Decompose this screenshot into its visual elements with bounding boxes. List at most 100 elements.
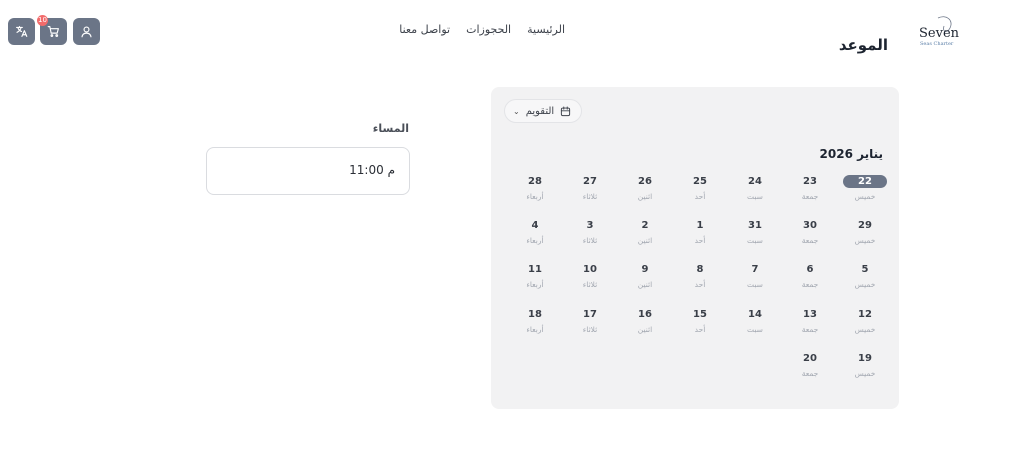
day-number: 2 <box>641 220 649 231</box>
day-number: 4 <box>531 220 539 231</box>
calendar-icon <box>561 106 571 116</box>
nav-contact[interactable]: تواصل معنا <box>399 23 450 36</box>
nav-bookings[interactable]: الحجوزات <box>466 23 511 36</box>
day-weekday: اثنين <box>637 325 653 334</box>
svg-text:Seven: Seven <box>919 26 960 41</box>
calendar-day[interactable]: 17 ثلاثاء <box>568 308 612 342</box>
day-number: 20 <box>803 353 817 364</box>
translate-icon <box>16 26 28 37</box>
logo-mark: Seven Seas Charter <box>919 16 960 47</box>
time-slot[interactable]: 11:00 م <box>206 147 410 195</box>
day-number: 19 <box>858 353 872 364</box>
calendar-day[interactable]: 31 سبت <box>733 219 777 253</box>
calendar-day[interactable]: 8 أحد <box>678 263 722 297</box>
day-weekday: خميس <box>854 192 876 201</box>
calendar-day[interactable]: 20 جمعة <box>788 352 832 386</box>
cart-button[interactable]: 10 <box>37 15 67 45</box>
calendar-day[interactable]: 16 اثنين <box>623 308 667 342</box>
day-weekday: أحد <box>694 280 706 289</box>
time-slot-label: 11:00 م <box>349 163 395 177</box>
day-weekday: ثلاثاء <box>582 280 598 289</box>
day-weekday: سبت <box>747 236 763 245</box>
day-weekday: جمعة <box>801 192 819 201</box>
calendar-day[interactable]: 10 ثلاثاء <box>568 263 612 297</box>
day-number: 17 <box>583 309 597 320</box>
day-number: 12 <box>858 309 872 320</box>
day-weekday: جمعة <box>801 236 819 245</box>
day-weekday: ثلاثاء <box>582 236 598 245</box>
day-weekday: ثلاثاء <box>582 325 598 334</box>
day-number: 7 <box>751 264 759 275</box>
day-number: 15 <box>693 309 707 320</box>
calendar-day[interactable]: 1 أحد <box>678 219 722 253</box>
main-nav: الرئيسية الحجوزات تواصل معنا <box>399 23 565 36</box>
day-weekday: سبت <box>747 325 763 334</box>
evening-section-label: المساء <box>372 122 409 135</box>
calendar-day[interactable]: 18 أربعاء <box>513 308 557 342</box>
day-number: 11 <box>528 264 542 275</box>
day-number: 8 <box>696 264 704 275</box>
page-title: الموعد <box>838 36 888 54</box>
calendar-day[interactable]: 3 ثلاثاء <box>568 219 612 253</box>
language-button[interactable] <box>8 18 35 45</box>
calendar-day[interactable]: 14 سبت <box>733 308 777 342</box>
calendar-day[interactable]: 9 اثنين <box>623 263 667 297</box>
calendar-day[interactable]: 5 خميس <box>843 263 887 297</box>
calendar-day[interactable]: 25 أحد <box>678 175 722 209</box>
calendar-day[interactable]: 13 جمعة <box>788 308 832 342</box>
day-number: 6 <box>806 264 814 275</box>
nav-home[interactable]: الرئيسية <box>527 23 565 36</box>
calendar-day[interactable]: 26 اثنين <box>623 175 667 209</box>
cart-count-badge: 10 <box>37 15 48 26</box>
calendar-day[interactable]: 27 ثلاثاء <box>568 175 612 209</box>
day-number: 13 <box>803 309 817 320</box>
account-button[interactable] <box>73 18 100 45</box>
day-number: 26 <box>638 176 652 187</box>
day-number: 23 <box>803 176 817 187</box>
day-weekday: سبت <box>747 192 763 201</box>
calendar-day[interactable]: 23 جمعة <box>788 175 832 209</box>
day-weekday: خميس <box>854 369 876 378</box>
day-number: 24 <box>748 176 762 187</box>
calendar-day[interactable]: 24 سبت <box>733 175 777 209</box>
day-weekday: أربعاء <box>526 325 544 334</box>
calendar-day[interactable]: 4 أربعاء <box>513 219 557 253</box>
month-label: يناير 2026 <box>819 147 883 161</box>
calendar-day[interactable]: 15 أحد <box>678 308 722 342</box>
day-weekday: جمعة <box>801 280 819 289</box>
calendar-view-toggle[interactable]: ⌄ التقويم <box>504 99 583 123</box>
day-weekday: ثلاثاء <box>582 192 598 201</box>
cart-icon <box>47 26 59 37</box>
day-number: 31 <box>748 220 762 231</box>
calendar-day[interactable]: 6 جمعة <box>788 263 832 297</box>
calendar-panel: ⌄ التقويم يناير 2026 22 خميس 23 جمعة 24 سبت 25… <box>491 87 899 409</box>
day-weekday: أربعاء <box>526 280 544 289</box>
day-weekday: أحد <box>694 236 706 245</box>
calendar-day[interactable]: 2 اثنين <box>623 219 667 253</box>
day-number: 27 <box>583 176 597 187</box>
calendar-day[interactable]: 29 خميس <box>843 219 887 253</box>
brand-logo[interactable]: Seven Seas Charter <box>916 14 960 50</box>
calendar-day[interactable]: 30 جمعة <box>788 219 832 253</box>
day-number: 29 <box>858 220 872 231</box>
calendar-day[interactable]: 28 أربعاء <box>513 175 557 209</box>
day-weekday: خميس <box>854 236 876 245</box>
day-weekday: سبت <box>747 280 763 289</box>
chevron-down-icon: ⌄ <box>513 106 520 116</box>
calendar-day[interactable]: 7 سبت <box>733 263 777 297</box>
day-number: 16 <box>638 309 652 320</box>
svg-text:Seas Charter: Seas Charter <box>920 41 954 47</box>
day-number: 9 <box>641 264 649 275</box>
calendar-day[interactable]: 19 خميس <box>843 352 887 386</box>
user-icon <box>81 26 92 38</box>
day-number: 22 <box>843 175 887 188</box>
day-weekday: جمعة <box>801 325 819 334</box>
day-number: 5 <box>861 264 869 275</box>
day-weekday: أربعاء <box>526 192 544 201</box>
day-weekday: اثنين <box>637 192 653 201</box>
day-number: 1 <box>696 220 704 231</box>
day-weekday: أحد <box>694 192 706 201</box>
calendar-day[interactable]: 12 خميس <box>843 308 887 342</box>
calendar-day[interactable]: 22 خميس <box>843 175 887 209</box>
calendar-day[interactable]: 11 أربعاء <box>513 263 557 297</box>
